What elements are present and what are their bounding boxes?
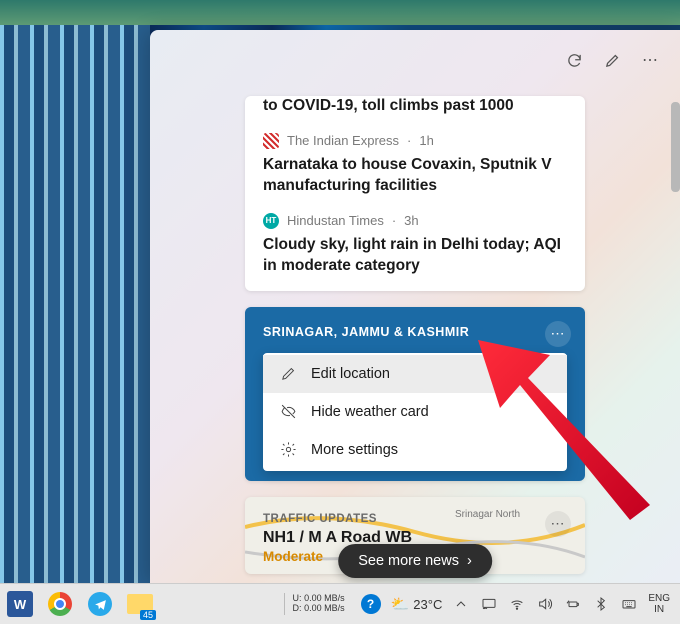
news-source: HT Hindustan Times · 3h [263,213,567,229]
weather-tray[interactable]: ⛅ 23°C [391,595,443,613]
battery-icon[interactable] [564,595,582,613]
weather-location: SRINAGAR, JAMMU & KASHMIR [263,325,567,339]
cast-icon[interactable] [480,595,498,613]
dot: · [392,213,396,228]
news-headline[interactable]: to COVID-19, toll climbs past 1000 [263,96,567,117]
source-name: Hindustan Times [287,213,384,228]
source-name: The Indian Express [287,133,399,148]
see-more-news-button[interactable]: See more news › [338,544,492,578]
menu-more-settings[interactable]: More settings [263,431,567,469]
weather-card: SRINAGAR, JAMMU & KASHMIR ⋯ Edit locatio… [245,307,585,481]
more-button[interactable]: ⋯ [634,44,666,76]
news-age: 1h [419,133,433,148]
network-monitor[interactable]: U: 0.00 MB/s D: 0.00 MB/s [287,594,351,614]
separator [284,593,285,615]
news-age: 3h [404,213,418,228]
hindustan-times-icon: HT [263,213,279,229]
hide-icon [279,403,297,421]
chevron-up-icon[interactable] [452,595,470,613]
language-indicator[interactable]: ENG IN [648,593,670,615]
menu-label: More settings [311,442,398,458]
indian-express-icon [263,133,279,149]
edit-button[interactable] [596,44,628,76]
pencil-icon [279,365,297,383]
weather-icon: ⛅ [391,595,410,613]
weather-context-menu: Edit location Hide weather card More set… [263,353,567,471]
traffic-more-button[interactable]: ⋯ [545,511,571,537]
taskbar: W 45 U: 0.00 MB/s D: 0.00 MB/s ? ⛅ 23°C … [0,583,680,624]
feed-column: to COVID-19, toll climbs past 1000 The I… [245,30,585,584]
taskbar-word[interactable]: W [0,584,40,624]
gear-icon [279,441,297,459]
menu-hide-card[interactable]: Hide weather card [263,393,567,431]
keyboard-icon[interactable] [620,595,638,613]
volume-icon[interactable] [536,595,554,613]
news-item[interactable]: HT Hindustan Times · 3h Cloudy sky, ligh… [263,197,567,277]
widgets-flyout: ⋯ to COVID-19, toll climbs past 1000 The… [150,30,680,584]
taskbar-chrome[interactable] [40,584,80,624]
news-card: to COVID-19, toll climbs past 1000 The I… [245,96,585,291]
weather-more-button[interactable]: ⋯ [545,321,571,347]
news-source: The Indian Express · 1h [263,133,567,149]
menu-label: Edit location [311,366,390,382]
taskbar-help[interactable]: ? [351,584,391,624]
scrollbar-thumb[interactable] [671,102,680,192]
dot: · [407,133,411,148]
taskbar-files[interactable]: 45 [120,584,160,624]
traffic-label: TRAFFIC UPDATES [263,513,567,525]
bluetooth-icon[interactable] [592,595,610,613]
badge: 45 [140,610,156,620]
news-headline[interactable]: Cloudy sky, light rain in Delhi today; A… [263,235,567,277]
system-tray: ⛅ 23°C ENG IN [391,593,680,615]
menu-edit-location[interactable]: Edit location [263,355,567,393]
chevron-right-icon: › [467,553,472,569]
tray-temp: 23°C [413,597,442,612]
see-more-label: See more news [358,553,459,569]
wifi-icon[interactable] [508,595,526,613]
taskbar-telegram[interactable] [80,584,120,624]
menu-label: Hide weather card [311,404,429,420]
news-headline[interactable]: Karnataka to house Covaxin, Sputnik V ma… [263,155,567,197]
news-item[interactable]: The Indian Express · 1h Karnataka to hou… [263,117,567,197]
